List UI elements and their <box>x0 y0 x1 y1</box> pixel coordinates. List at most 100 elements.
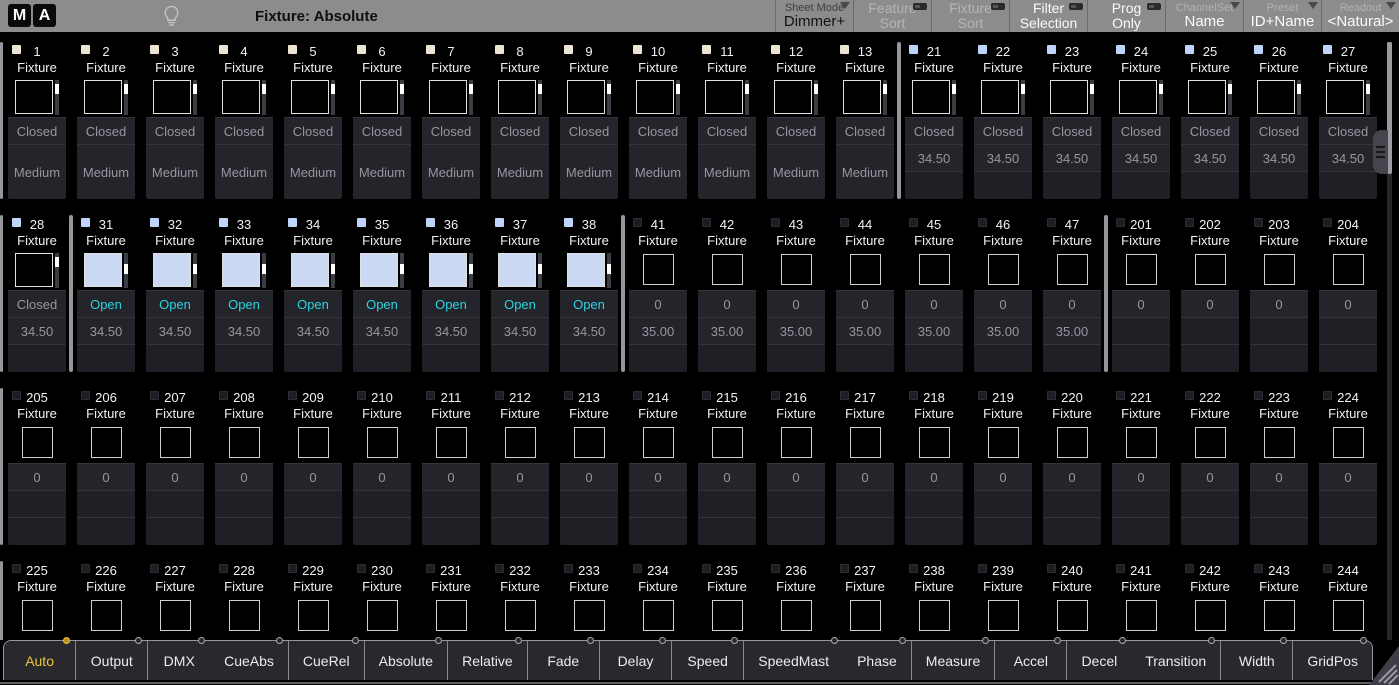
tab-absolute[interactable]: Absolute <box>365 641 447 680</box>
fixture-cell[interactable]: 41Fixture035.00 <box>629 215 687 372</box>
fixture-cell[interactable]: 222Fixture0 <box>1181 388 1239 545</box>
titlebar-button-sort[interactable]: FixtureSort <box>931 0 1009 32</box>
fixture-cell[interactable]: 37FixtureOpen34.50 <box>491 215 549 372</box>
fixture-cell[interactable]: 1FixtureClosedMedium <box>8 42 66 199</box>
fixture-cell[interactable]: 45Fixture035.00 <box>905 215 963 372</box>
fixture-cell[interactable]: 11FixtureClosedMedium <box>698 42 756 199</box>
fixture-cell[interactable]: 219Fixture0 <box>974 388 1032 545</box>
fixture-cell[interactable]: 6FixtureClosedMedium <box>353 42 411 199</box>
fixture-cell[interactable]: 232Fixture <box>491 561 549 640</box>
fixture-cell[interactable]: 10FixtureClosedMedium <box>629 42 687 199</box>
titlebar-button-only[interactable]: ProgOnly <box>1087 0 1165 32</box>
fixture-cell[interactable]: 43Fixture035.00 <box>767 215 825 372</box>
fixture-cell[interactable]: 236Fixture <box>767 561 825 640</box>
fixture-cell[interactable]: 201Fixture0 <box>1112 215 1170 372</box>
fixture-cell[interactable]: 242Fixture <box>1181 561 1239 640</box>
tab-transition[interactable]: Transition <box>1131 641 1220 680</box>
fixture-cell[interactable]: 228Fixture <box>215 561 273 640</box>
fixture-cell[interactable]: 208Fixture0 <box>215 388 273 545</box>
fixture-cell[interactable]: 240Fixture <box>1043 561 1101 640</box>
tab-decel[interactable]: Decel <box>1067 641 1131 680</box>
fixture-cell[interactable]: 24FixtureClosed34.50 <box>1112 42 1170 199</box>
fixture-cell[interactable]: 239Fixture <box>974 561 1032 640</box>
fixture-cell[interactable]: 38FixtureOpen34.50 <box>560 215 618 372</box>
fixture-cell[interactable]: 202Fixture0 <box>1181 215 1239 372</box>
fixture-cell[interactable]: 215Fixture0 <box>698 388 756 545</box>
fixture-cell[interactable]: 203Fixture0 <box>1250 215 1308 372</box>
fixture-cell[interactable]: 204Fixture0 <box>1319 215 1377 372</box>
fixture-cell[interactable]: 227Fixture <box>146 561 204 640</box>
titlebar-button-sort[interactable]: FeatureSort <box>853 0 931 32</box>
fixture-cell[interactable]: 9FixtureClosedMedium <box>560 42 618 199</box>
tab-phase[interactable]: Phase <box>843 641 911 680</box>
titlebar-button-name[interactable]: ChannelSetName <box>1165 0 1243 32</box>
fixture-cell[interactable]: 7FixtureClosedMedium <box>422 42 480 199</box>
fixture-cell[interactable]: 47Fixture035.00 <box>1043 215 1101 372</box>
tab-speed[interactable]: Speed <box>672 641 743 680</box>
fixture-cell[interactable]: 207Fixture0 <box>146 388 204 545</box>
fixture-cell[interactable]: 206Fixture0 <box>77 388 135 545</box>
tab-gridpos[interactable]: GridPos <box>1293 641 1372 680</box>
scrollbar-grip-handle[interactable] <box>1373 130 1388 174</box>
fixture-cell[interactable]: 244Fixture <box>1319 561 1377 640</box>
fixture-cell[interactable]: 225Fixture <box>8 561 66 640</box>
fixture-cell[interactable]: 42Fixture035.00 <box>698 215 756 372</box>
fixture-cell[interactable]: 28FixtureClosed34.50 <box>8 215 66 372</box>
titlebar-button-dimmer-[interactable]: Sheet ModeDimmer+ <box>775 0 853 32</box>
fixture-cell[interactable]: 238Fixture <box>905 561 963 640</box>
fixture-cell[interactable]: 31FixtureOpen34.50 <box>77 215 135 372</box>
fixture-cell[interactable]: 205Fixture0 <box>8 388 66 545</box>
fixture-cell[interactable]: 3FixtureClosedMedium <box>146 42 204 199</box>
fixture-cell[interactable]: 209Fixture0 <box>284 388 342 545</box>
tab-measure[interactable]: Measure <box>912 641 994 680</box>
fixture-cell[interactable]: 213Fixture0 <box>560 388 618 545</box>
fixture-cell[interactable]: 33FixtureOpen34.50 <box>215 215 273 372</box>
tab-dmx[interactable]: DMX <box>148 641 210 680</box>
fixture-cell[interactable]: 241Fixture <box>1112 561 1170 640</box>
fixture-cell[interactable]: 226Fixture <box>77 561 135 640</box>
fixture-cell[interactable]: 46Fixture035.00 <box>974 215 1032 372</box>
tab-width[interactable]: Width <box>1221 641 1292 680</box>
tab-speedmast[interactable]: SpeedMast <box>744 641 843 680</box>
fixture-cell[interactable]: 217Fixture0 <box>836 388 894 545</box>
fixture-cell[interactable]: 8FixtureClosedMedium <box>491 42 549 199</box>
fixture-cell[interactable]: 13FixtureClosedMedium <box>836 42 894 199</box>
fixture-cell[interactable]: 25FixtureClosed34.50 <box>1181 42 1239 199</box>
fixture-cell[interactable]: 235Fixture <box>698 561 756 640</box>
fixture-cell[interactable]: 230Fixture <box>353 561 411 640</box>
fixture-cell[interactable]: 229Fixture <box>284 561 342 640</box>
fixture-cell[interactable]: 214Fixture0 <box>629 388 687 545</box>
fixture-cell[interactable]: 212Fixture0 <box>491 388 549 545</box>
fixture-cell[interactable]: 218Fixture0 <box>905 388 963 545</box>
tab-cuerel[interactable]: CueRel <box>289 641 364 680</box>
fixture-cell[interactable]: 44Fixture035.00 <box>836 215 894 372</box>
tab-output[interactable]: Output <box>76 641 147 680</box>
titlebar-button-selection[interactable]: FilterSelection <box>1009 0 1087 32</box>
fixture-cell[interactable]: 2FixtureClosedMedium <box>77 42 135 199</box>
fixture-cell[interactable]: 27FixtureClosed34.50 <box>1319 42 1377 199</box>
fixture-cell[interactable]: 4FixtureClosedMedium <box>215 42 273 199</box>
fixture-cell[interactable]: 220Fixture0 <box>1043 388 1101 545</box>
tab-accel[interactable]: Accel <box>995 641 1066 680</box>
fixture-cell[interactable]: 22FixtureClosed34.50 <box>974 42 1032 199</box>
fixture-cell[interactable]: 34FixtureOpen34.50 <box>284 215 342 372</box>
fixture-cell[interactable]: 26FixtureClosed34.50 <box>1250 42 1308 199</box>
fixture-cell[interactable]: 234Fixture <box>629 561 687 640</box>
fixture-cell[interactable]: 224Fixture0 <box>1319 388 1377 545</box>
fixture-cell[interactable]: 211Fixture0 <box>422 388 480 545</box>
fixture-cell[interactable]: 237Fixture <box>836 561 894 640</box>
tab-cueabs[interactable]: CueAbs <box>210 641 288 680</box>
tab-delay[interactable]: Delay <box>600 641 671 680</box>
titlebar-button-id-name[interactable]: PresetID+Name <box>1243 0 1321 32</box>
fixture-cell[interactable]: 243Fixture <box>1250 561 1308 640</box>
fixture-cell[interactable]: 21FixtureClosed34.50 <box>905 42 963 199</box>
fixture-cell[interactable]: 210Fixture0 <box>353 388 411 545</box>
fixture-cell[interactable]: 36FixtureOpen34.50 <box>422 215 480 372</box>
resize-grip-icon[interactable] <box>1369 646 1399 685</box>
tab-auto[interactable]: Auto <box>4 641 75 680</box>
fixture-cell[interactable]: 12FixtureClosedMedium <box>767 42 825 199</box>
fixture-cell[interactable]: 32FixtureOpen34.50 <box>146 215 204 372</box>
fixture-cell[interactable]: 5FixtureClosedMedium <box>284 42 342 199</box>
fixture-cell[interactable]: 221Fixture0 <box>1112 388 1170 545</box>
fixture-cell[interactable]: 231Fixture <box>422 561 480 640</box>
